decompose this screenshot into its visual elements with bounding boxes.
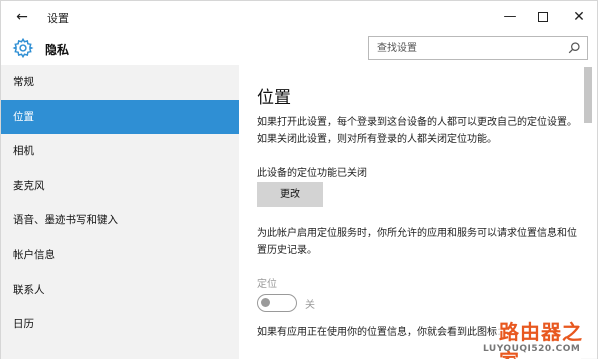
sidebar-item-location[interactable]: 位置 (1, 100, 239, 134)
minimize-button[interactable]: — (495, 5, 525, 29)
settings-window: ← 设置 — ✕ 隐私 常规 位置 相机 麦克风 语音、墨迹书写和键入 帐户信息… (0, 0, 598, 359)
title-bar: ← 设置 — ✕ (1, 1, 597, 33)
description-device-setting: 如果打开此设置，每个登录到这台设备的人都可以更改自己的定位设置。如果关闭此设置，… (257, 117, 577, 145)
sidebar-item-general[interactable]: 常规 (1, 65, 239, 99)
main-content: 位置 如果打开此设置，每个登录到这台设备的人都可以更改自己的定位设置。如果关闭此… (239, 65, 581, 359)
sidebar-item-account-info[interactable]: 帐户信息 (1, 238, 239, 272)
sidebar: 常规 位置 相机 麦克风 语音、墨迹书写和键入 帐户信息 联系人 日历 (1, 65, 239, 359)
sidebar-item-microphone[interactable]: 麦克风 (1, 169, 239, 203)
watermark-url: LUYOUQI520.COM (483, 344, 581, 354)
search-box[interactable] (368, 36, 588, 60)
maximize-icon (538, 11, 548, 22)
change-button[interactable]: 更改 (257, 182, 323, 207)
location-toggle[interactable] (257, 294, 297, 312)
sidebar-item-contacts[interactable]: 联系人 (1, 273, 239, 307)
toggle-knob (261, 298, 270, 307)
window-title: 设置 (47, 12, 69, 25)
maximize-button[interactable] (528, 5, 558, 29)
section-title: 位置 (257, 88, 291, 108)
sidebar-item-camera[interactable]: 相机 (1, 134, 239, 168)
location-toggle-label: 定位 (257, 279, 277, 290)
toggle-state-label: 关 (305, 300, 315, 311)
scrollbar-thumb[interactable] (584, 67, 592, 123)
back-button[interactable]: ← (11, 7, 33, 27)
close-button[interactable]: ✕ (564, 5, 594, 29)
sidebar-item-speech-inking-typing[interactable]: 语音、墨迹书写和键入 (1, 203, 239, 237)
header: 隐私 (1, 33, 597, 65)
page-title: 隐私 (45, 43, 70, 57)
device-location-status: 此设备的定位功能已关闭 (257, 168, 367, 179)
search-input[interactable] (369, 37, 559, 59)
search-icon[interactable] (567, 41, 581, 55)
gear-icon (12, 37, 34, 59)
sidebar-item-calendar[interactable]: 日历 (1, 307, 239, 341)
description-account-setting: 为此帐户启用定位服务时，你所允许的应用和服务可以请求位置信息和位置历史记录。 (257, 228, 577, 256)
